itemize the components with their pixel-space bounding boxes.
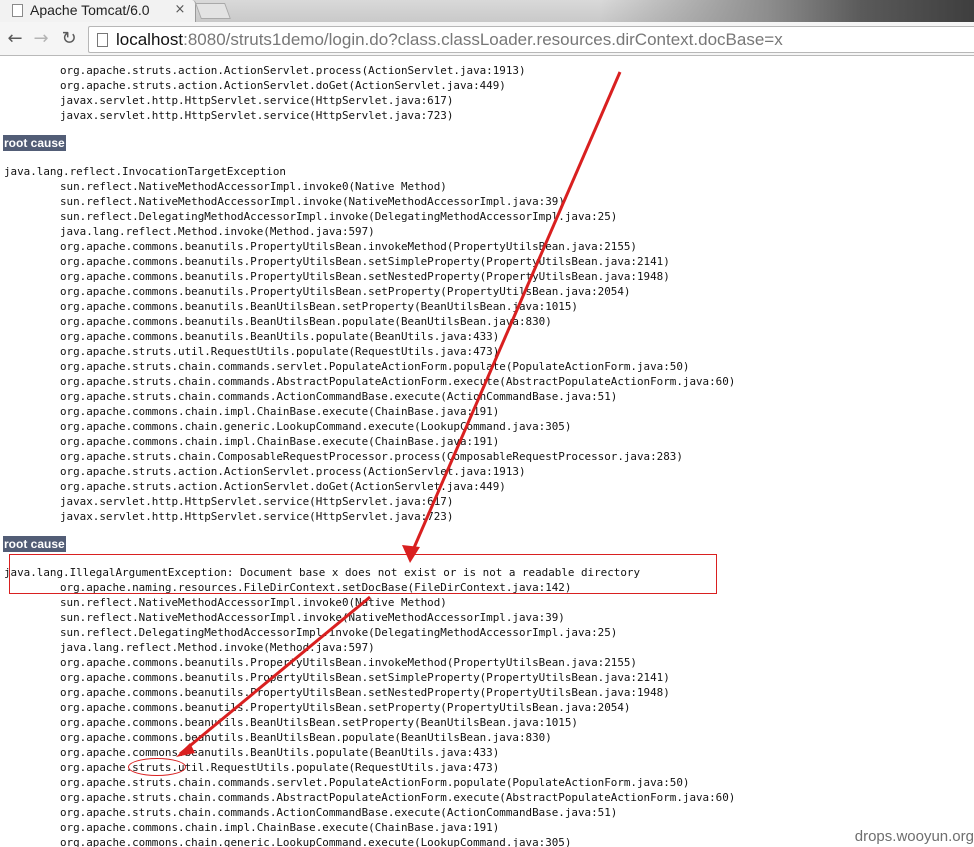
browser-tab[interactable]: Apache Tomcat/6.0 ×: [0, 0, 196, 22]
new-tab-button[interactable]: [195, 3, 231, 19]
url-text[interactable]: localhost:8080/struts1demo/login.do?clas…: [116, 30, 966, 50]
page-icon: [97, 33, 108, 47]
forward-arrow-icon[interactable]: →: [30, 28, 52, 50]
window-frame: [600, 0, 974, 22]
navigation-bar: ← → ↻ localhost:8080/struts1demo/login.d…: [0, 22, 974, 56]
address-bar[interactable]: localhost:8080/struts1demo/login.do?clas…: [88, 26, 974, 53]
error-page: org.apache.struts.action.ActionServlet.p…: [0, 57, 974, 847]
tab-strip: Apache Tomcat/6.0 ×: [0, 0, 974, 22]
close-icon[interactable]: ×: [172, 1, 188, 19]
back-arrow-icon[interactable]: ←: [4, 28, 26, 50]
url-path: :8080/struts1demo/login.do?class.classLo…: [183, 30, 783, 49]
annotation-arrows: [176, 71, 622, 757]
annotation-arrow-bottom: [179, 595, 371, 756]
reload-icon[interactable]: ↻: [58, 28, 80, 50]
page-icon: [12, 4, 23, 17]
annotation-arrow-top-head: [402, 545, 420, 563]
tab-title: Apache Tomcat/6.0: [30, 2, 150, 18]
url-host: localhost: [116, 30, 184, 49]
annotation-arrow-top: [408, 71, 622, 558]
watermark: drops.wooyun.org: [854, 828, 974, 845]
